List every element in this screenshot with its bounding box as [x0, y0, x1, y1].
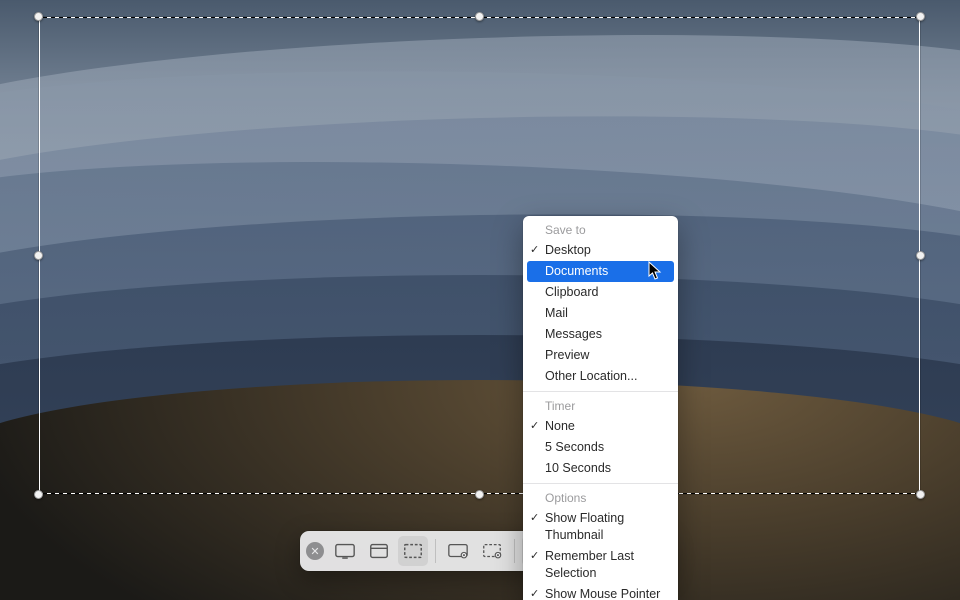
screen-icon: [334, 541, 356, 561]
save-to-preview[interactable]: Preview: [523, 345, 678, 366]
options-menu: Save to Desktop Documents Clipboard Mail…: [523, 216, 678, 600]
save-to-clipboard[interactable]: Clipboard: [523, 282, 678, 303]
timer-5-seconds[interactable]: 5 Seconds: [523, 437, 678, 458]
timer-10-seconds[interactable]: 10 Seconds: [523, 458, 678, 479]
screen-record-icon: [447, 541, 469, 561]
save-to-messages[interactable]: Messages: [523, 324, 678, 345]
capture-selection-button[interactable]: [398, 536, 428, 566]
menu-section-header: Options: [523, 488, 678, 508]
option-show-mouse-pointer[interactable]: Show Mouse Pointer: [523, 584, 678, 600]
resize-handle-s[interactable]: [475, 490, 484, 499]
resize-handle-w[interactable]: [34, 251, 43, 260]
option-show-floating-thumbnail[interactable]: Show Floating Thumbnail: [523, 508, 678, 546]
close-button[interactable]: ✕: [306, 542, 324, 560]
capture-selection-area[interactable]: [39, 17, 920, 494]
option-remember-last-selection[interactable]: Remember Last Selection: [523, 546, 678, 584]
record-entire-screen-button[interactable]: [443, 536, 473, 566]
capture-window-button[interactable]: [364, 536, 394, 566]
timer-none[interactable]: None: [523, 416, 678, 437]
selection-icon: [402, 541, 424, 561]
close-icon: ✕: [310, 545, 319, 558]
resize-handle-ne[interactable]: [916, 12, 925, 21]
resize-handle-n[interactable]: [475, 12, 484, 21]
save-to-other-location[interactable]: Other Location...: [523, 366, 678, 387]
selection-marquee[interactable]: [39, 17, 920, 494]
save-to-mail[interactable]: Mail: [523, 303, 678, 324]
resize-handle-se[interactable]: [916, 490, 925, 499]
record-selection-button[interactable]: [477, 536, 507, 566]
toolbar-divider: [514, 539, 515, 563]
selection-record-icon: [481, 541, 503, 561]
toolbar-divider: [435, 539, 436, 563]
menu-divider: [523, 483, 678, 484]
resize-handle-e[interactable]: [916, 251, 925, 260]
window-icon: [368, 541, 390, 561]
menu-divider: [523, 391, 678, 392]
menu-section-header: Save to: [523, 220, 678, 240]
resize-handle-nw[interactable]: [34, 12, 43, 21]
save-to-desktop[interactable]: Desktop: [523, 240, 678, 261]
resize-handle-sw[interactable]: [34, 490, 43, 499]
capture-entire-screen-button[interactable]: [330, 536, 360, 566]
menu-section-header: Timer: [523, 396, 678, 416]
save-to-documents[interactable]: Documents: [527, 261, 674, 282]
